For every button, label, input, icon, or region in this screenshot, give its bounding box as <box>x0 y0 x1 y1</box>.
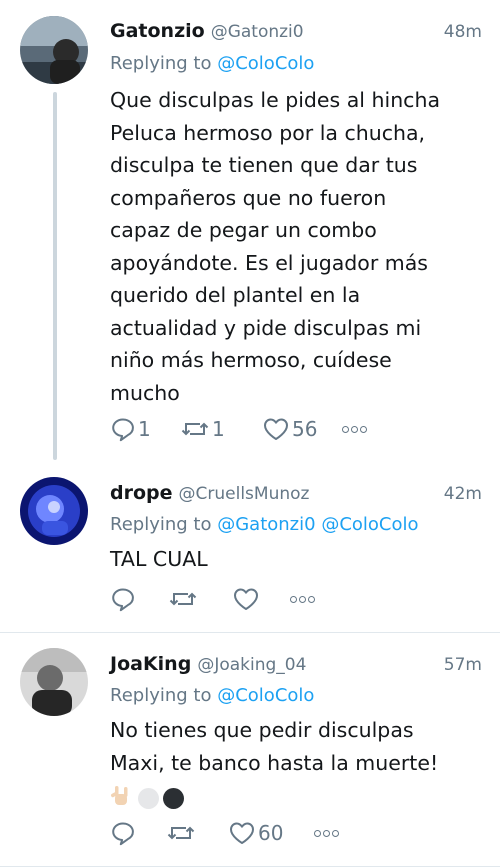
mention-link[interactable]: @Gatonzi0 <box>217 514 315 535</box>
reply-button[interactable] <box>110 820 166 846</box>
user-handle[interactable]: @Gatonzi0 <box>211 22 304 42</box>
retweet-icon <box>180 416 210 442</box>
emoji-row <box>110 784 184 812</box>
tweet-text: TAL CUAL <box>110 543 482 576</box>
replying-to: Replying to @ColoColo <box>110 53 482 74</box>
like-button[interactable]: 60 <box>228 820 314 846</box>
reply-button[interactable]: 1 <box>110 416 180 442</box>
retweet-button[interactable]: 1 <box>180 416 262 442</box>
reply-button[interactable] <box>110 586 168 612</box>
avatar[interactable] <box>20 648 88 716</box>
replying-to: Replying to @Gatonzi0 @ColoColo <box>110 514 482 535</box>
like-count: 60 <box>258 821 284 845</box>
divider <box>0 632 500 633</box>
display-name[interactable]: Gatonzio <box>110 20 205 42</box>
user-handle[interactable]: @Joaking_04 <box>197 655 306 675</box>
like-button[interactable]: 56 <box>262 416 342 442</box>
more-icon <box>290 595 315 603</box>
tweet-header: Gatonzio @Gatonzi0 48m <box>110 20 482 44</box>
user-handle[interactable]: @CruellsMunoz <box>179 484 310 504</box>
tweet-header: JoaKing @Joaking_04 57m <box>110 653 482 677</box>
replying-to: Replying to @ColoColo <box>110 685 482 706</box>
retweet-icon <box>166 820 196 846</box>
timestamp[interactable]: 48m <box>444 22 482 42</box>
avatar[interactable] <box>20 477 88 545</box>
display-name[interactable]: drope <box>110 482 173 504</box>
tweet-actions <box>110 584 315 614</box>
replying-to-label: Replying to <box>110 685 212 706</box>
like-button[interactable] <box>232 586 290 612</box>
tweet-header: drope @CruellsMunoz 42m <box>110 482 482 506</box>
retweet-button[interactable] <box>168 586 232 612</box>
heart-icon <box>232 586 260 612</box>
like-count: 56 <box>292 417 318 441</box>
display-name[interactable]: JoaKing <box>110 653 191 675</box>
mention-link[interactable]: @ColoColo <box>217 53 314 74</box>
avatar[interactable] <box>20 16 88 84</box>
more-options-button[interactable] <box>290 595 315 603</box>
tweet-text-line: Maxi, te banco hasta la muerte! <box>110 750 439 775</box>
tweet-text: Que disculpas le pides al hincha Peluca … <box>110 84 482 409</box>
timestamp[interactable]: 42m <box>444 484 482 504</box>
reply-icon <box>110 416 136 442</box>
tweet-text-line: No tienes que pedir disculpas <box>110 718 414 742</box>
divider <box>0 866 500 867</box>
tweet-actions: 60 <box>110 818 339 848</box>
mention-link[interactable]: @ColoColo <box>217 685 314 706</box>
retweet-button[interactable] <box>166 820 228 846</box>
mention-link[interactable]: @ColoColo <box>321 514 418 535</box>
tweet-text-line: Que disculpas le pides al hincha <box>110 88 441 112</box>
tweet-text-line: querido del plantel en la <box>110 283 361 307</box>
tweet-text-line: actualidad y pide disculpas mi <box>110 315 422 340</box>
more-options-button[interactable] <box>314 829 339 837</box>
tweet-text-line: niño más hermoso, cuídese <box>110 348 392 372</box>
reply-icon <box>110 820 136 846</box>
more-options-button[interactable] <box>342 425 367 433</box>
heart-icon <box>262 416 290 442</box>
tweet-text-line: apoyándote. Es el jugador más <box>110 250 428 275</box>
tweet-text-line: compañeros que no fueron <box>110 185 387 210</box>
tweet-text-line: mucho <box>110 380 180 405</box>
replying-to-label: Replying to <box>110 53 212 74</box>
tweet-text: No tienes que pedir disculpas Maxi, te b… <box>110 714 482 779</box>
reply-count: 1 <box>138 417 151 441</box>
tweet-actions: 1 1 56 <box>110 414 367 444</box>
black-circle-emoji <box>163 787 184 809</box>
more-icon <box>314 829 339 837</box>
timestamp[interactable]: 57m <box>444 655 482 675</box>
tweet-text-line: capaz de pegar un combo <box>110 218 377 242</box>
tweet-text-line: Peluca hermoso por la chucha, <box>110 120 426 145</box>
replying-to-label: Replying to <box>110 514 212 535</box>
tweet-text-line: TAL CUAL <box>110 547 208 571</box>
more-icon <box>342 425 367 433</box>
white-circle-emoji <box>138 787 159 809</box>
thread-line <box>53 92 57 460</box>
retweet-count: 1 <box>212 417 225 441</box>
reply-icon <box>110 586 136 612</box>
rock-hand-emoji <box>110 784 134 812</box>
tweet-text-line: disculpa te tienen que dar tus <box>110 153 418 177</box>
heart-icon <box>228 820 256 846</box>
retweet-icon <box>168 586 198 612</box>
